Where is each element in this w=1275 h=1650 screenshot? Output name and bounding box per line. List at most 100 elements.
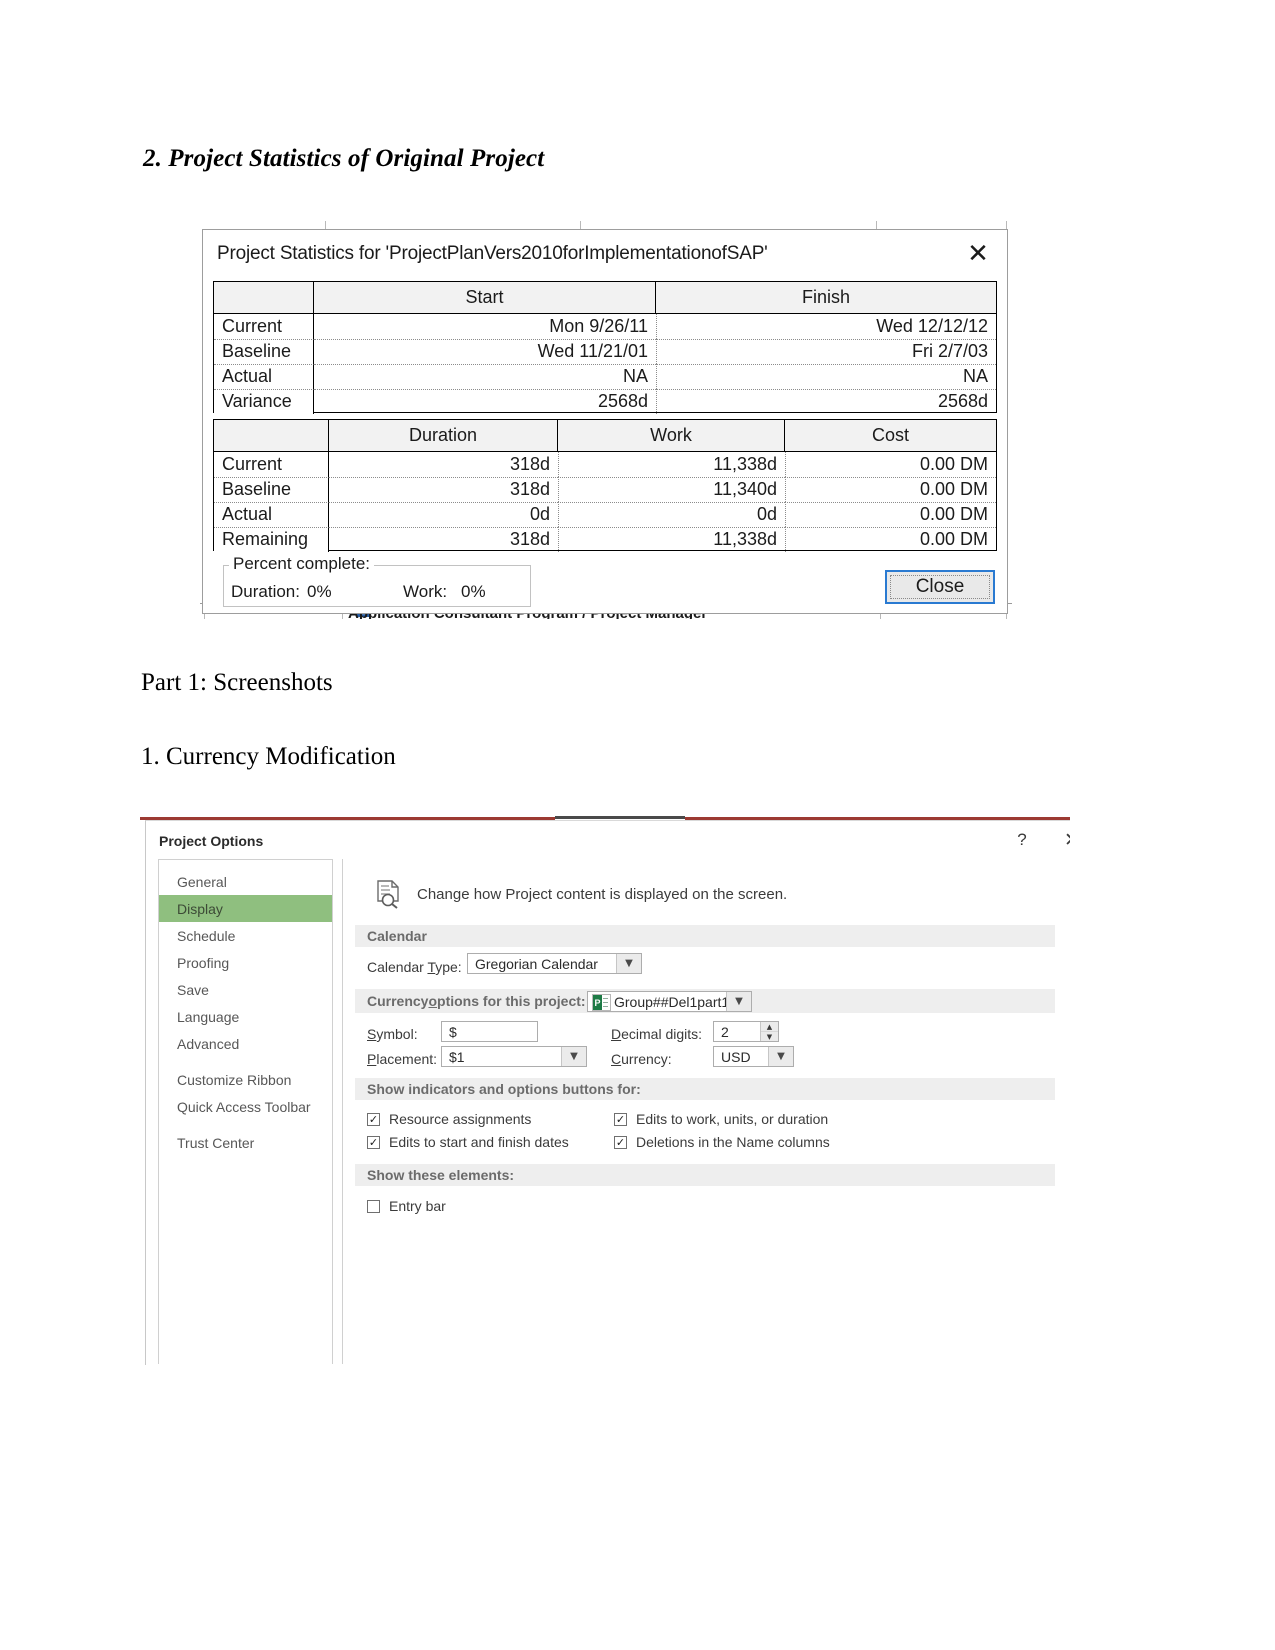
work-table: Duration Work Cost Current 318d 11,338d … — [213, 419, 997, 552]
sidebar-item-label: General — [177, 873, 227, 890]
cell-duration: 318d — [329, 527, 558, 552]
placement-dropdown[interactable]: $1 ▼ — [441, 1046, 587, 1067]
chevron-down-icon[interactable]: ▼ — [768, 1047, 793, 1066]
stepper-down-icon[interactable]: ▼ — [761, 1032, 778, 1041]
cell-start: NA — [314, 364, 656, 389]
accesskey: C — [611, 1051, 622, 1067]
decimal-digits-label: Decimal digits: — [611, 1026, 702, 1042]
calendar-type-dropdown[interactable]: Gregorian Calendar ▼ — [467, 953, 642, 974]
options-panel: Change how Project content is displayed … — [342, 859, 1068, 1364]
table-row: Actual 0d 0d 0.00 DM — [214, 502, 996, 527]
percent-complete-legend: Percent complete: — [229, 554, 375, 574]
project-statistics-screenshot: ▤ Application Consultant Program / Proje… — [200, 221, 1012, 619]
table-row: Current 318d 11,338d 0.00 DM — [214, 452, 996, 477]
cell-finish: Wed 12/12/12 — [656, 314, 996, 339]
chevron-down-icon[interactable]: ▼ — [616, 954, 641, 973]
sidebar-item-label: Save — [177, 981, 209, 998]
close-button-label: Close — [890, 575, 990, 599]
chevron-down-icon[interactable]: ▼ — [561, 1047, 586, 1066]
column-header-work: Work — [558, 420, 785, 451]
checkbox-icon[interactable]: ✓ — [614, 1135, 627, 1149]
row-label: Current — [214, 452, 329, 477]
sidebar-item-label: Customize Ribbon — [177, 1071, 292, 1088]
chevron-down-icon[interactable]: ▼ — [726, 992, 751, 1011]
label-part: ptions for this project: — [437, 993, 586, 1009]
close-icon[interactable]: ✕ — [959, 238, 997, 270]
row-label: Variance — [214, 389, 314, 414]
symbol-input[interactable]: $ — [441, 1021, 538, 1042]
checkbox-icon[interactable]: ✓ — [367, 1135, 380, 1149]
sidebar-item-advanced[interactable]: Advanced — [159, 1030, 332, 1057]
ribbon-accent-tab — [555, 816, 685, 819]
currency-label: Currency: — [611, 1051, 672, 1067]
checkbox-icon[interactable]: ✓ — [614, 1112, 627, 1126]
sidebar-item-customize-ribbon[interactable]: Customize Ribbon — [159, 1066, 332, 1093]
close-button[interactable]: Close — [885, 570, 995, 604]
label-part: Currency — [367, 993, 429, 1009]
project-file-icon: P — [592, 994, 611, 1011]
table-row: Baseline Wed 11/21/01 Fri 2/7/03 — [214, 339, 996, 364]
work-percent-label: Work: — [403, 582, 448, 601]
checkbox-icon[interactable]: ✓ — [367, 1112, 380, 1126]
sidebar-item-save[interactable]: Save — [159, 976, 332, 1003]
checkbox-icon[interactable] — [367, 1199, 380, 1213]
cell-work: 0d — [558, 502, 785, 527]
section-header-elements: Show these elements: — [355, 1164, 1055, 1186]
accesskey: o — [428, 993, 438, 1009]
cell-finish: NA — [656, 364, 996, 389]
checkbox-entry-bar[interactable]: Entry bar — [367, 1198, 446, 1214]
sidebar-item-proofing[interactable]: Proofing — [159, 949, 332, 976]
cell-duration: 318d — [329, 477, 558, 502]
sidebar-item-label: Advanced — [177, 1035, 240, 1052]
sidebar-item-language[interactable]: Language — [159, 1003, 332, 1030]
cell-cost: 0.00 DM — [785, 452, 996, 477]
sidebar-item-label: Quick Access Toolbar — [177, 1098, 311, 1115]
cell-duration: 0d — [329, 502, 558, 527]
sidebar-item-label: Schedule — [177, 927, 236, 944]
close-icon[interactable]: ✕ — [1061, 829, 1070, 851]
label-part: urrency: — [621, 1051, 672, 1067]
label-part: lacement: — [376, 1051, 438, 1067]
decimal-digits-stepper[interactable]: 2 ▲ ▼ — [713, 1021, 779, 1042]
cell-cost: 0.00 DM — [785, 527, 996, 552]
stepper-buttons[interactable]: ▲ ▼ — [760, 1022, 778, 1041]
placement-value: $1 — [449, 1048, 465, 1065]
project-selector-value: Group##Del1part1 — [614, 993, 730, 1010]
checkbox-edits-start-finish[interactable]: ✓ Edits to start and finish dates — [367, 1134, 569, 1150]
label-part: Calendar — [367, 959, 428, 975]
project-selector-dropdown[interactable]: P Group##Del1part1 ▼ — [587, 991, 752, 1012]
help-icon[interactable]: ? — [1012, 830, 1032, 850]
label-part: ecimal digits: — [621, 1026, 703, 1042]
sidebar-item-display[interactable]: Display — [159, 895, 332, 922]
checkbox-label: Deletions in the Name columns — [636, 1134, 830, 1150]
stepper-up-icon[interactable]: ▲ — [761, 1022, 778, 1032]
work-percent-value: 0% — [461, 582, 486, 601]
cell-work: 11,340d — [558, 477, 785, 502]
sidebar-item-general[interactable]: General — [159, 868, 332, 895]
sidebar-item-quick-access-toolbar[interactable]: Quick Access Toolbar — [159, 1093, 332, 1120]
options-sidebar: General Display Schedule Proofing Save L… — [158, 859, 333, 1364]
checkbox-resource-assignments[interactable]: ✓ Resource assignments — [367, 1111, 531, 1127]
sidebar-item-trust-center[interactable]: Trust Center — [159, 1129, 332, 1156]
column-header-finish: Finish — [656, 282, 996, 313]
project-options-dialog: Project Options ? ✕ General Display Sche… — [145, 820, 1070, 1365]
placement-label: Placement: — [367, 1051, 437, 1067]
document-page: 2. Project Statistics of Original Projec… — [0, 0, 1275, 1650]
checkbox-deletions-name-columns[interactable]: ✓ Deletions in the Name columns — [614, 1134, 830, 1150]
decimal-digits-value: 2 — [721, 1023, 729, 1040]
table-row: Remaining 318d 11,338d 0.00 DM — [214, 527, 996, 552]
currency-dropdown[interactable]: USD ▼ — [713, 1046, 794, 1067]
sidebar-item-label: Language — [177, 1008, 240, 1025]
row-label: Actual — [214, 502, 329, 527]
symbol-label: Symbol: — [367, 1026, 418, 1042]
row-label: Remaining — [214, 527, 329, 552]
label-part: ype: — [435, 959, 462, 975]
table-row: Baseline 318d 11,340d 0.00 DM — [214, 477, 996, 502]
accesskey: S — [367, 1026, 377, 1042]
sidebar-item-schedule[interactable]: Schedule — [159, 922, 332, 949]
checkbox-label: Entry bar — [389, 1198, 446, 1214]
checkbox-edits-work-units[interactable]: ✓ Edits to work, units, or duration — [614, 1111, 828, 1127]
table-header-row: Start Finish — [214, 282, 996, 314]
checkbox-label: Edits to start and finish dates — [389, 1134, 569, 1150]
duration-percent-label: Duration: — [231, 582, 300, 601]
